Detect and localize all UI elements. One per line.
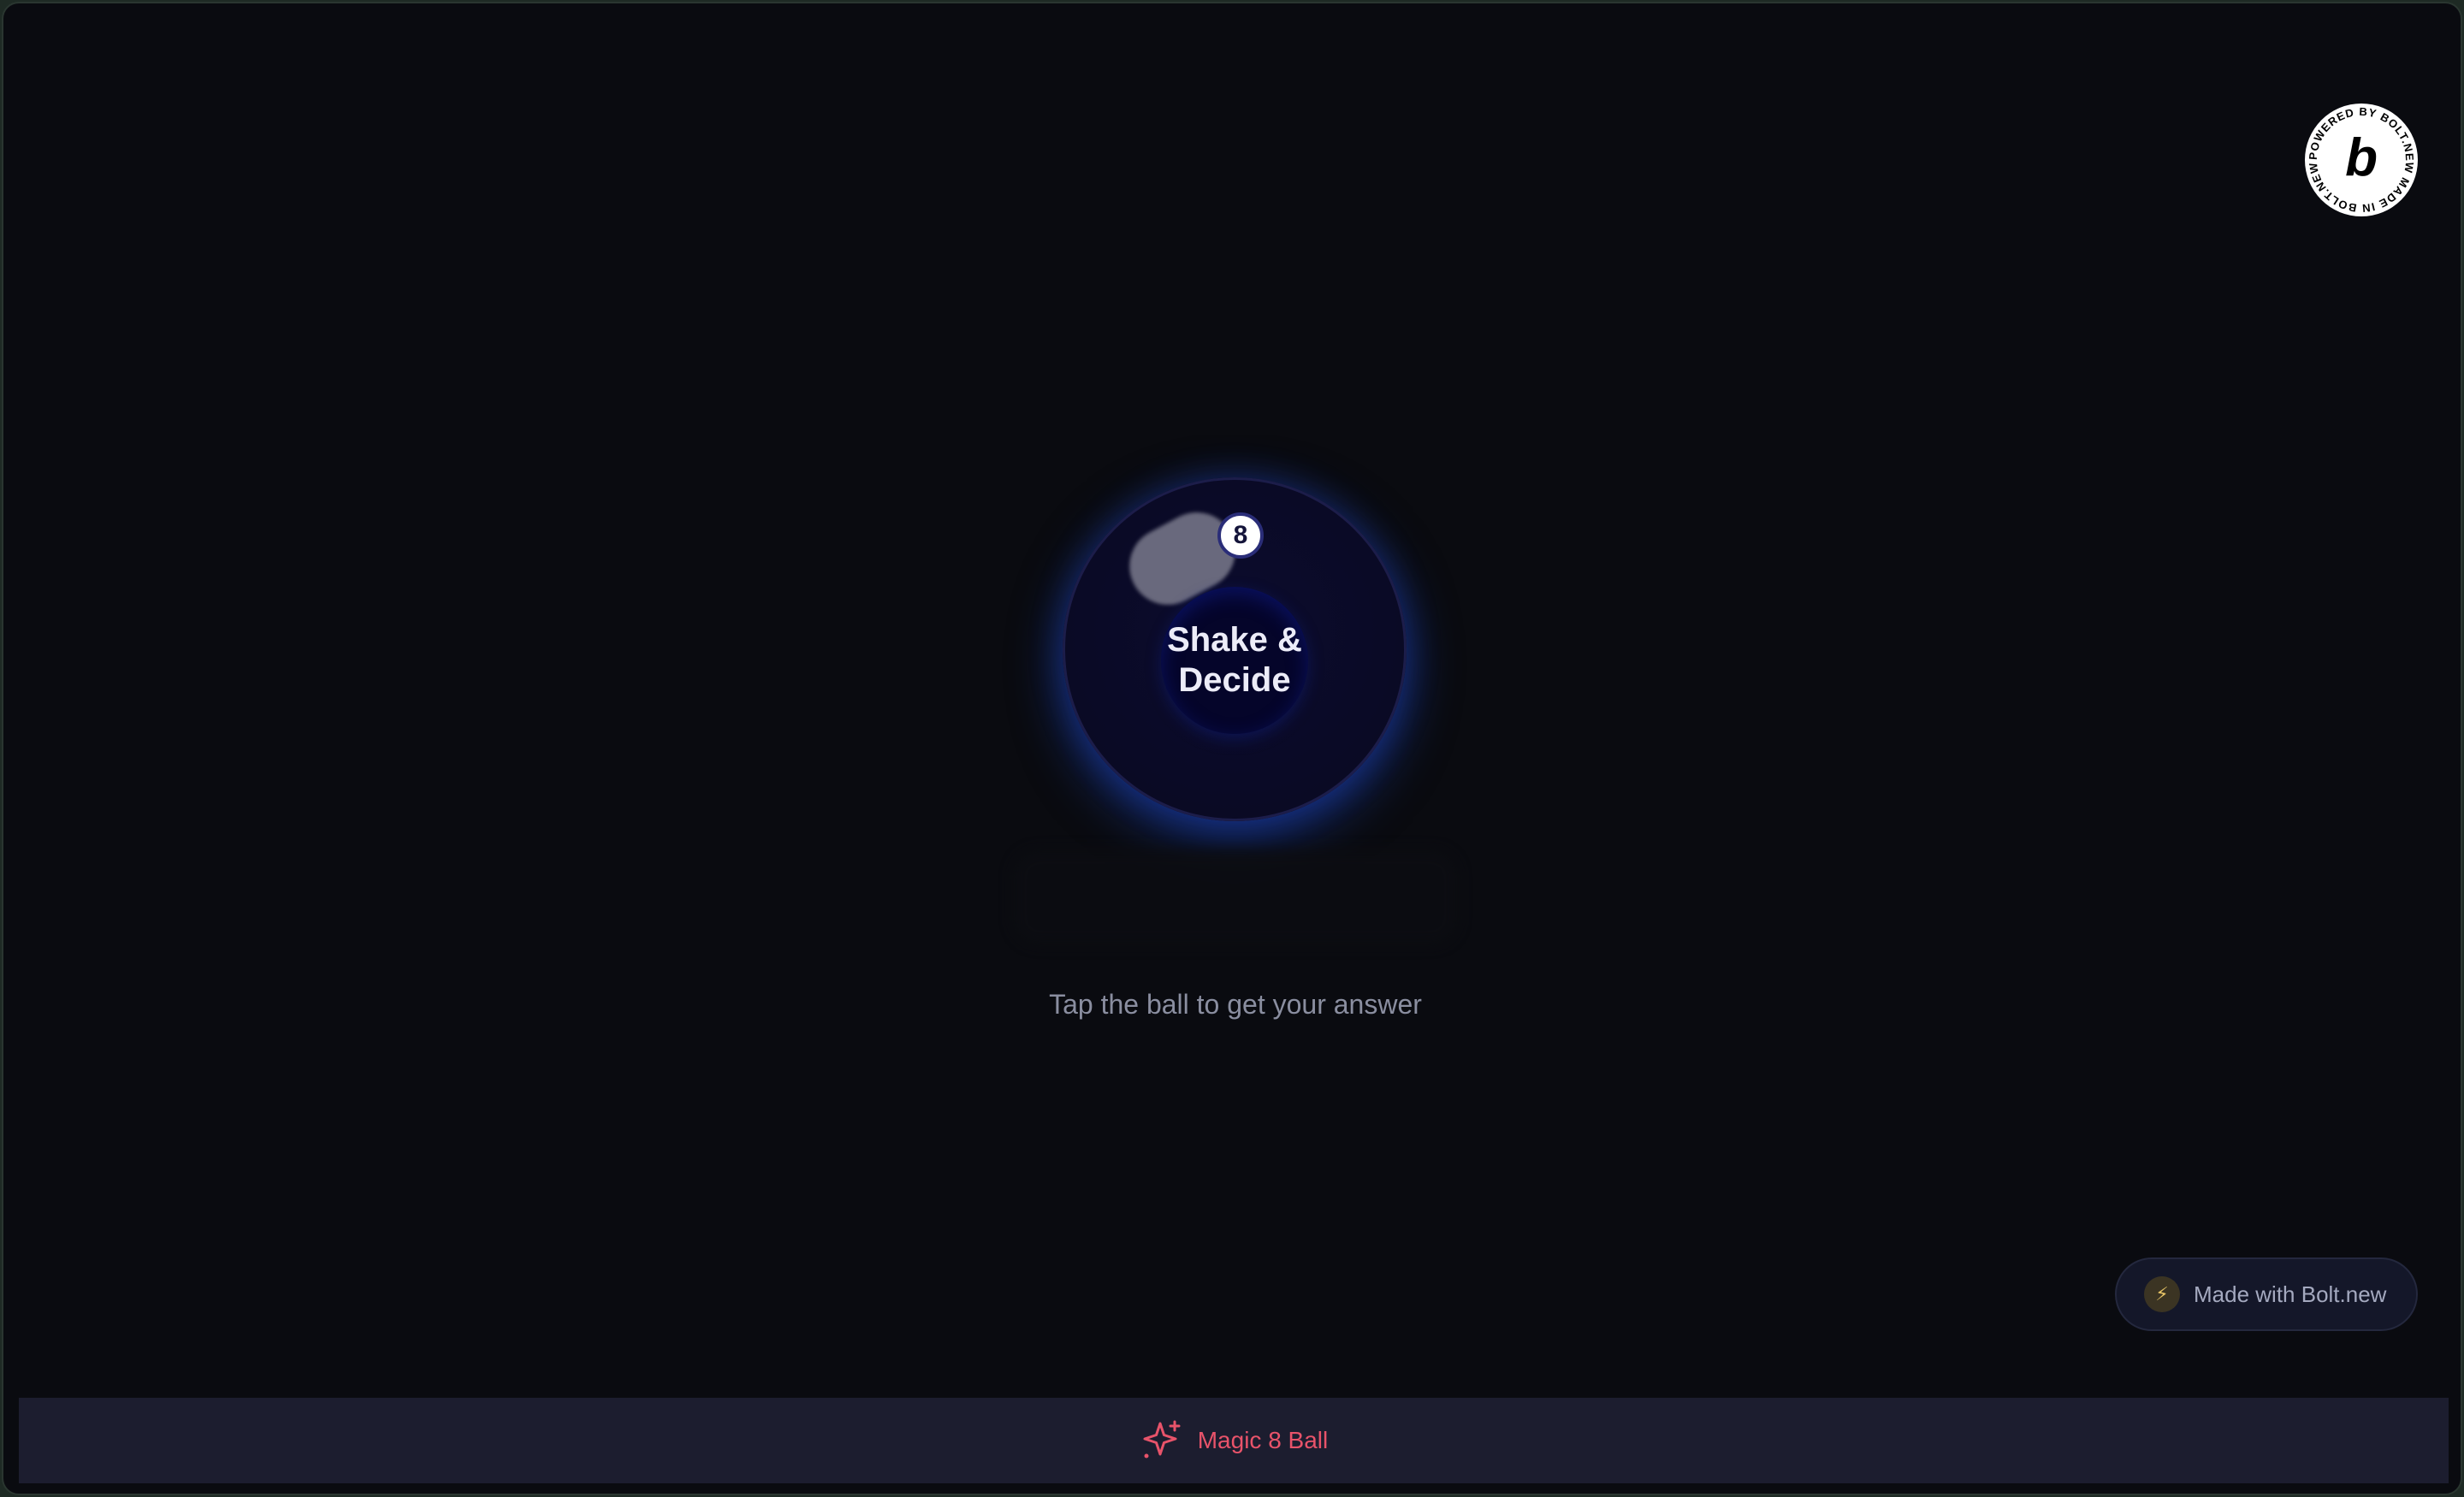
answer-window: Shake & Decide bbox=[1161, 587, 1308, 734]
answer-window-text: Shake & Decide bbox=[1161, 620, 1308, 701]
app-window: POWERED BY BOLT.NEW MADE IN BOLT.NEW b 8… bbox=[2, 2, 2462, 1495]
made-with-bolt-button[interactable]: ⚡ Made with Bolt.new bbox=[2115, 1257, 2418, 1331]
tap-hint: Tap the ball to get your answer bbox=[1049, 989, 1422, 1020]
bolt-badge[interactable]: POWERED BY BOLT.NEW MADE IN BOLT.NEW b bbox=[2305, 104, 2418, 216]
answer-panel-shadow bbox=[1013, 850, 1458, 944]
answer-line-1: Shake & bbox=[1167, 621, 1302, 659]
badge-letter: b bbox=[2345, 128, 2378, 187]
footer-bar: Magic 8 Ball bbox=[19, 1398, 2449, 1483]
answer-line-2: Decide bbox=[1178, 661, 1291, 699]
bolt-b-icon: POWERED BY BOLT.NEW MADE IN BOLT.NEW b bbox=[2307, 105, 2416, 215]
lightning-icon: ⚡ bbox=[2144, 1276, 2180, 1312]
sparkles-icon bbox=[1143, 1420, 1181, 1459]
eight-badge: 8 bbox=[1217, 512, 1264, 559]
app-title: Magic 8 Ball bbox=[1197, 1427, 1329, 1453]
made-with-label: Made with Bolt.new bbox=[2194, 1281, 2387, 1307]
magic-8-ball[interactable]: 8 Shake & Decide bbox=[1063, 477, 1407, 821]
